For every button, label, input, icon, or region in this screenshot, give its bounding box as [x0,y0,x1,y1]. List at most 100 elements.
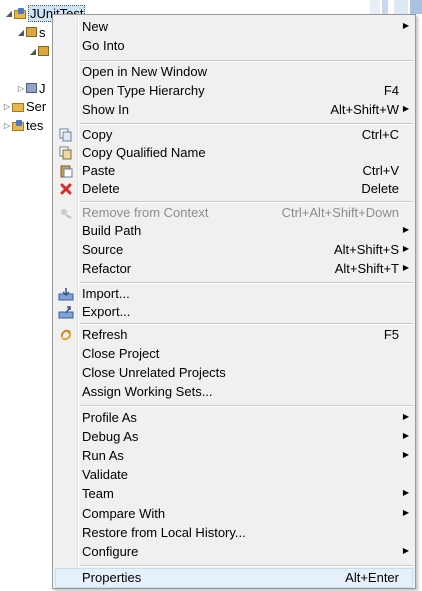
toolbar-fragment [370,0,422,14]
menu-item-label: Refresh [82,327,128,342]
menu-item-label: Compare With [82,506,166,521]
remove-context-icon [58,205,74,220]
menu-item-label: Run As [82,448,124,463]
submenu-arrow-icon: ▶ [402,244,409,253]
shortcut-label: Alt+Enter [345,570,399,585]
submenu-arrow-icon: ▶ [402,450,409,459]
submenu-arrow-icon: ▶ [402,21,409,30]
menu-item-label: Configure [82,544,139,559]
expand-icon[interactable]: ▷ [16,84,26,93]
import-icon [58,286,74,301]
menu-item-debug-as[interactable]: Debug As ▶ [55,427,413,446]
tree-item-src[interactable]: ◢ s [16,23,46,41]
submenu-arrow-icon: ▶ [402,225,409,234]
delete-icon [58,181,74,196]
project-icon [12,101,24,112]
menu-item-label: Source [82,242,124,257]
menu-item-refresh[interactable]: Refresh F5 [55,325,413,344]
tree-item-label: J [39,80,46,96]
menu-item-label: Copy Qualified Name [82,145,206,160]
menu-item-close-unrelated-projects[interactable]: Close Unrelated Projects [55,363,413,382]
menu-item-assign-working-sets[interactable]: Assign Working Sets... [55,382,413,401]
shortcut-label: Alt+Shift+T [334,261,399,276]
menu-item-build-path[interactable]: Build Path ▶ [55,221,413,240]
submenu-arrow-icon: ▶ [402,546,409,555]
menu-item-label: Close Project [82,346,160,361]
menu-item-label: Export... [82,304,131,319]
menu-item-restore-local-history[interactable]: Restore from Local History... [55,523,413,542]
menu-item-import[interactable]: Import... [55,284,413,303]
collapse-icon[interactable]: ◢ [16,28,26,37]
shortcut-label: Delete [361,181,399,196]
menu-item-label: Go Into [82,38,125,53]
tree-item-label: Ser [26,98,47,114]
tree-item-jre[interactable]: ▷ J [16,79,46,97]
menu-item-label: Build Path [82,223,142,238]
menu-separator [80,405,413,407]
menu-item-show-in[interactable]: Show In Alt+Shift+W ▶ [55,100,413,119]
menu-item-compare-with[interactable]: Compare With ▶ [55,504,413,523]
menu-item-label: Import... [82,286,130,301]
shortcut-label: F5 [383,327,399,342]
menu-item-profile-as[interactable]: Profile As ▶ [55,408,413,427]
expand-icon[interactable]: ▷ [2,121,12,130]
menu-item-open-type-hierarchy[interactable]: Open Type Hierarchy F4 [55,81,413,100]
menu-item-label: Paste [82,163,116,178]
menu-item-close-project[interactable]: Close Project [55,344,413,363]
menu-item-label: Validate [82,467,129,482]
menu-item-configure[interactable]: Configure ▶ [55,542,413,561]
submenu-arrow-icon: ▶ [402,508,409,517]
menu-item-copy[interactable]: Copy Ctrl+C [55,125,413,144]
menu-separator [80,565,413,567]
paste-icon [58,163,74,178]
menu-item-label: Remove from Context [82,205,209,220]
menu-item-copy-qualified-name[interactable]: Copy Qualified Name [55,143,413,162]
package-icon [38,46,49,56]
menu-item-label: Refactor [82,261,132,276]
menu-item-label: New [82,19,109,34]
copy-qualified-name-icon [58,145,74,160]
menu-item-label: Debug As [82,429,139,444]
source-folder-icon [26,27,37,37]
menu-item-label: Show In [82,102,129,117]
menu-item-label: Profile As [82,410,137,425]
menu-item-label: Open in New Window [82,64,207,79]
menu-item-paste[interactable]: Paste Ctrl+V [55,161,413,180]
menu-item-open-new-window[interactable]: Open in New Window [55,62,413,81]
menu-item-validate[interactable]: Validate [55,465,413,484]
menu-item-team[interactable]: Team ▶ [55,484,413,503]
library-icon [26,83,37,93]
menu-item-remove-from-context[interactable]: Remove from Context Ctrl+Alt+Shift+Down [55,203,413,222]
menu-item-run-as[interactable]: Run As ▶ [55,446,413,465]
project-explorer: ◢ JUnitTest ◢ s ◢ ▷ J ▷ Ser ▷ tes [0,0,86,591]
collapse-icon[interactable]: ◢ [28,47,38,56]
submenu-arrow-icon: ▶ [402,412,409,421]
menu-item-go-into[interactable]: Go Into [55,36,413,55]
refresh-icon [58,327,74,342]
menu-item-source[interactable]: Source Alt+Shift+S ▶ [55,240,413,259]
tree-item-label: s [39,24,46,40]
submenu-arrow-icon: ▶ [402,488,409,497]
menu-item-label: Properties [82,570,142,585]
menu-item-delete[interactable]: Delete Delete [55,179,413,198]
menu-item-label: Assign Working Sets... [82,384,213,399]
shortcut-label: Ctrl+C [361,127,399,142]
tree-item-ser[interactable]: ▷ Ser [2,97,46,115]
java-project-icon [14,7,26,19]
shortcut-label: Ctrl+Alt+Shift+Down [281,205,399,220]
menu-item-label: Close Unrelated Projects [82,365,226,380]
menu-item-label: Delete [82,181,120,196]
tree-item-package[interactable]: ◢ [28,42,51,60]
menu-item-properties[interactable]: Properties Alt+Enter [55,568,413,588]
submenu-arrow-icon: ▶ [402,104,409,113]
collapse-icon[interactable]: ◢ [4,9,14,18]
menu-item-export[interactable]: Export... [55,302,413,321]
java-project-icon [12,119,24,131]
menu-item-new[interactable]: New ▶ [55,17,413,36]
menu-item-refactor[interactable]: Refactor Alt+Shift+T ▶ [55,259,413,278]
expand-icon[interactable]: ▷ [2,102,12,111]
menu-item-label: Restore from Local History... [82,525,246,540]
tree-item-label: tes [26,117,44,133]
tree-item-tes[interactable]: ▷ tes [2,116,43,134]
export-icon [58,304,74,319]
